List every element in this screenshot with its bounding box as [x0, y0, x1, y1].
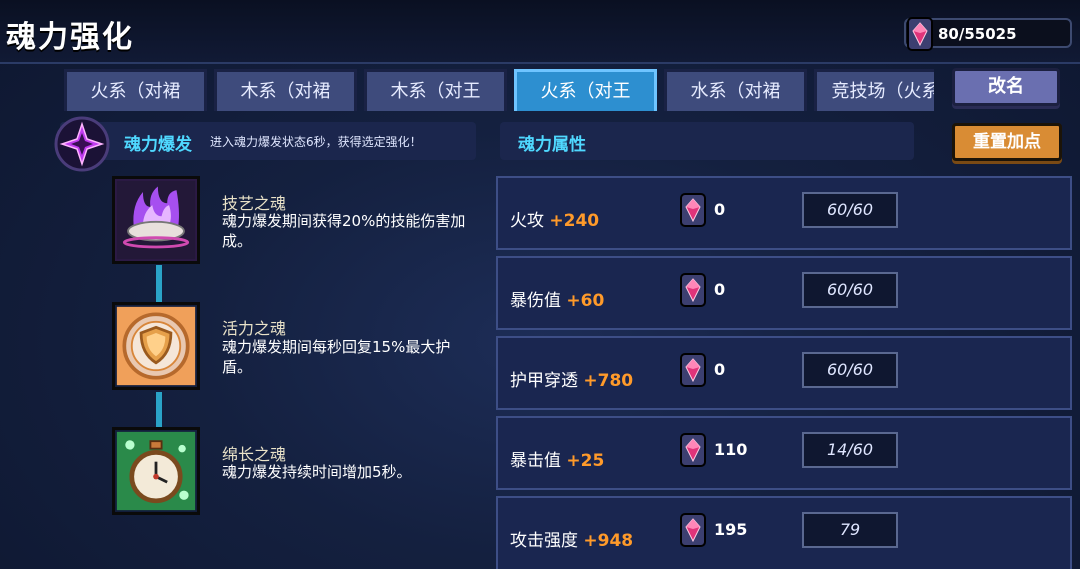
soul-gem-icon	[907, 17, 933, 51]
attribute-bonus: +240	[549, 211, 600, 231]
soul-gem-icon	[680, 513, 706, 547]
soul-connector	[156, 392, 162, 428]
attribute-name-wrap: 暴伤值 +60	[510, 286, 604, 311]
attribute-name-wrap: 暴击值 +25	[510, 446, 604, 471]
tab-preset-3[interactable]: 木系（对王	[364, 69, 507, 111]
attribute-row[interactable]: 暴伤值 +60 0 60/60	[496, 256, 1072, 330]
stopwatch-icon[interactable]	[112, 427, 200, 515]
soul-currency-value: 80/55025	[938, 25, 1017, 43]
soul-description: 魂力爆发期间获得20%的技能伤害加成。	[222, 212, 466, 250]
soul-gem-icon	[680, 353, 706, 387]
attribute-point-count: 0	[714, 200, 726, 219]
tab-preset-4[interactable]: 火系（对王	[514, 69, 657, 111]
tab-preset-5[interactable]: 水系（对裙	[664, 69, 807, 111]
soul-description: 魂力爆发持续时间增加5秒。	[222, 463, 412, 481]
attribute-value-box: 60/60	[802, 352, 898, 388]
tab-preset-2[interactable]: 木系（对裙	[214, 69, 357, 111]
tab-preset-1[interactable]: 火系（对裙	[64, 69, 207, 111]
attribute-name: 护甲穿透	[510, 371, 578, 391]
attribute-value-box: 60/60	[802, 272, 898, 308]
attribute-point-count: 0	[714, 280, 726, 299]
purple-flame-icon[interactable]	[112, 176, 200, 264]
soul-burst-icon	[54, 116, 110, 172]
soul-gem-icon	[680, 433, 706, 467]
attribute-value-box: 60/60	[802, 192, 898, 228]
soul-burst-label: 魂力爆发	[124, 135, 192, 155]
attribute-name-wrap: 火攻 +240	[510, 206, 599, 231]
soul-connector	[156, 265, 162, 305]
attribute-value-box: 79	[802, 512, 898, 548]
attribute-bonus: +780	[583, 371, 634, 391]
soul-currency-display: 80/55025	[904, 17, 1072, 51]
attribute-bonus: +60	[566, 291, 605, 311]
soul-burst-description: 进入魂力爆发状态6秒，获得选定强化！	[210, 135, 422, 149]
attribute-name-wrap: 攻击强度 +948	[510, 526, 633, 551]
attribute-point-count: 0	[714, 360, 726, 379]
page-title: 魂力强化	[6, 20, 134, 55]
attribute-row[interactable]: 护甲穿透 +780 0 60/60	[496, 336, 1072, 410]
top-bar: 魂力强化 80/55025	[0, 0, 1080, 64]
soul-burst-header: 魂力爆发 进入魂力爆发状态6秒，获得选定强化！	[60, 122, 476, 160]
attribute-row[interactable]: 攻击强度 +948 195 79	[496, 496, 1072, 569]
soul-attributes-label: 魂力属性	[518, 135, 586, 155]
attribute-bonus: +25	[566, 451, 605, 471]
attribute-name: 暴击值	[510, 451, 561, 471]
tab-preset-6[interactable]: 竞技场（火系	[814, 69, 934, 111]
shield-icon[interactable]	[112, 302, 200, 390]
attribute-name: 火攻	[510, 211, 544, 231]
attribute-name: 攻击强度	[510, 531, 578, 551]
attribute-point-count: 110	[714, 440, 748, 459]
attribute-bonus: +948	[583, 531, 634, 551]
attribute-value-box: 14/60	[802, 432, 898, 468]
attribute-name: 暴伤值	[510, 291, 561, 311]
attribute-point-count: 195	[714, 520, 748, 539]
preset-tabs: 火系（对裙 木系（对裙 木系（对王 火系（对王 水系（对裙 竞技场（火系	[64, 69, 934, 111]
soul-description: 魂力爆发期间每秒回复15%最大护盾。	[222, 338, 451, 376]
reset-points-button[interactable]: 重置加点	[952, 123, 1062, 161]
soul-gem-icon	[680, 193, 706, 227]
attribute-row[interactable]: 火攻 +240 0 60/60	[496, 176, 1072, 250]
rename-button[interactable]: 改名	[952, 68, 1060, 106]
soul-attributes-header: 魂力属性	[500, 122, 914, 160]
attribute-name-wrap: 护甲穿透 +780	[510, 366, 633, 391]
soul-gem-icon	[680, 273, 706, 307]
attribute-row[interactable]: 暴击值 +25 110 14/60	[496, 416, 1072, 490]
soul-name: 活力之魂	[222, 319, 287, 338]
